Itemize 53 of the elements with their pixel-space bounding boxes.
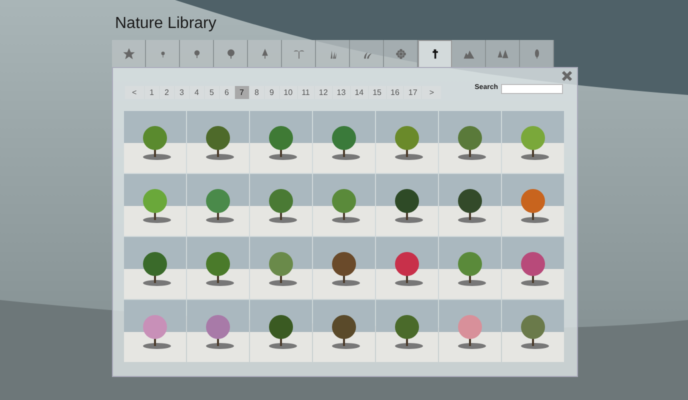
photo-placeholder[interactable] (250, 111, 312, 173)
photo-placeholder[interactable] (250, 300, 312, 362)
page-button[interactable]: 11 (298, 86, 314, 99)
photo-placeholder[interactable] (187, 237, 249, 299)
photo-placeholder[interactable] (313, 237, 375, 299)
page-button[interactable]: 1 (144, 86, 159, 99)
photo-placeholder[interactable] (124, 111, 186, 173)
page-button[interactable]: 3 (174, 86, 189, 99)
page-button[interactable]: 15 (368, 86, 386, 99)
photo-placeholder[interactable] (376, 174, 438, 236)
page-button[interactable]: 12 (314, 86, 332, 99)
photo-placeholder[interactable] (187, 174, 249, 236)
star-icon (122, 46, 136, 60)
page-button[interactable]: < (125, 86, 144, 99)
photo-placeholder[interactable] (313, 300, 375, 362)
category-tab[interactable] (418, 40, 452, 67)
photo-placeholder[interactable] (124, 300, 186, 362)
photo-placeholder[interactable] (502, 174, 564, 236)
photo-placeholder[interactable] (376, 300, 438, 362)
photo-placeholder[interactable] (502, 237, 564, 299)
flower-icon (394, 46, 408, 60)
photo-placeholder[interactable] (250, 174, 312, 236)
photo-placeholder[interactable] (124, 174, 186, 236)
photo-placeholder[interactable] (313, 111, 375, 173)
page-button[interactable]: 5 (204, 86, 219, 99)
photo-placeholder[interactable] (439, 237, 501, 299)
photo-placeholder[interactable] (502, 300, 564, 362)
photo-placeholder[interactable] (250, 237, 312, 299)
photo-placeholder[interactable] (187, 300, 249, 362)
photo-placeholder[interactable] (502, 111, 564, 173)
page-button[interactable]: 16 (386, 86, 404, 99)
photo-placeholder[interactable] (439, 174, 501, 236)
page-button[interactable]: 13 (332, 86, 350, 99)
photo-placeholder[interactable] (187, 111, 249, 173)
photo-placeholder[interactable] (313, 174, 375, 236)
page-button[interactable]: 9 (264, 86, 279, 99)
photo-placeholder[interactable] (124, 237, 186, 299)
page-button[interactable]: 7 (234, 86, 249, 99)
page-button[interactable]: > (422, 86, 441, 99)
photo-placeholder[interactable] (439, 300, 501, 362)
page-button[interactable]: 14 (350, 86, 368, 99)
window-title: Nature Library (114, 14, 218, 34)
photo-placeholder[interactable] (376, 111, 438, 173)
page-button[interactable]: 8 (250, 86, 264, 99)
page-button[interactable]: 4 (190, 86, 204, 99)
photo-placeholder[interactable] (439, 111, 501, 173)
search-field[interactable] (501, 84, 563, 94)
page-button[interactable]: 10 (280, 86, 297, 99)
photo-placeholder[interactable] (376, 237, 438, 299)
page-button[interactable]: 6 (220, 86, 234, 99)
page-button[interactable]: 2 (160, 86, 174, 99)
page-button[interactable]: 17 (404, 86, 422, 99)
close-icon[interactable] (561, 70, 573, 82)
